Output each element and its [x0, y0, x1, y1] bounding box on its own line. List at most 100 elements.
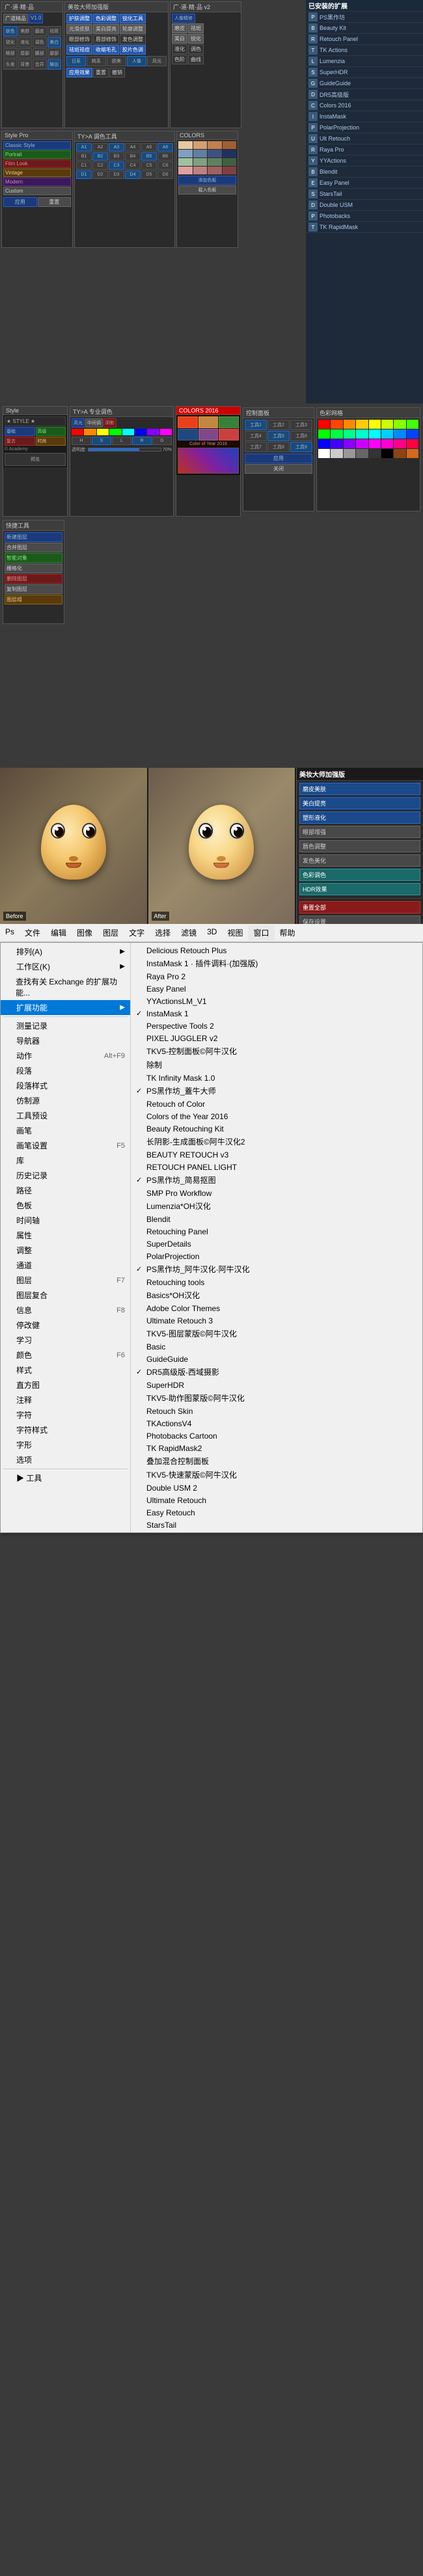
pp-hdr[interactable]: HDR效果: [299, 883, 420, 895]
color-o[interactable]: [84, 429, 96, 435]
style-m-2[interactable]: 高级: [36, 427, 66, 436]
ty-22[interactable]: D4: [125, 170, 141, 179]
ctrl-close[interactable]: 关闭: [245, 464, 312, 474]
style-reset[interactable]: 重置: [38, 197, 72, 207]
mode-3[interactable]: 欧美: [107, 56, 126, 66]
btn-g5[interactable]: 锐化: [188, 34, 204, 44]
ctrl-1[interactable]: 工具1: [245, 420, 267, 430]
color-c[interactable]: [122, 429, 134, 435]
btn-g3[interactable]: 祛斑: [188, 23, 204, 33]
plugin-tkv5-action[interactable]: TKV5-助作图蒙版©阿牛汉化: [131, 1391, 422, 1405]
ctrl-2[interactable]: 工具2: [267, 420, 290, 430]
gc-31[interactable]: [394, 449, 405, 458]
swatch-7[interactable]: [208, 150, 222, 157]
ctrl-7[interactable]: 工具7: [245, 442, 267, 452]
ty-9[interactable]: B3: [109, 152, 124, 161]
menu-actions[interactable]: 动作 Alt+F9: [1, 1048, 130, 1063]
gc-17[interactable]: [318, 439, 330, 448]
mini-1[interactable]: 新建图层: [5, 532, 62, 542]
gc-30[interactable]: [381, 449, 393, 458]
rpl-15[interactable]: B Blendit: [306, 167, 423, 178]
rpl-14[interactable]: Y YYActions: [306, 156, 423, 167]
gc-6[interactable]: [381, 420, 393, 429]
menu-properties[interactable]: 属性: [1, 1228, 130, 1243]
ctrl-8[interactable]: 工具8: [267, 442, 290, 452]
plugin-polar[interactable]: PolarProjection: [131, 1250, 422, 1262]
rpl-17[interactable]: S StarsTail: [306, 189, 423, 200]
menu-edit[interactable]: 编辑: [46, 925, 72, 940]
menu-ps[interactable]: Ps: [0, 925, 20, 940]
mode-4[interactable]: 人像: [127, 56, 146, 66]
plugin-easy-retouch[interactable]: Easy Retouch: [131, 1506, 422, 1519]
gc-11[interactable]: [344, 429, 355, 439]
gc-22[interactable]: [381, 439, 393, 448]
pp-eye[interactable]: 眼部增强: [299, 826, 420, 838]
btn-color-adj[interactable]: 色彩调整: [93, 14, 119, 23]
gc-4[interactable]: [356, 420, 368, 429]
gc-2[interactable]: [331, 420, 342, 429]
ty-7[interactable]: B1: [76, 152, 92, 161]
mode-1[interactable]: 日系: [66, 56, 86, 66]
style-btn-4[interactable]: Vintage: [3, 169, 71, 177]
style-btn-1[interactable]: Classic Style: [3, 141, 71, 150]
mode-5[interactable]: 风光: [147, 56, 167, 66]
ty-m-4[interactable]: R: [132, 437, 152, 445]
color-m[interactable]: [160, 429, 172, 435]
ty-4[interactable]: A4: [125, 143, 141, 152]
cb-3[interactable]: [219, 416, 239, 428]
pp-hair[interactable]: 发色美化: [299, 854, 420, 867]
gc-25[interactable]: [318, 449, 330, 458]
gc-1[interactable]: [318, 420, 330, 429]
plugin-chuzhi[interactable]: 除制: [131, 1058, 422, 1072]
plugin-retouch-light[interactable]: RETOUCH PANEL LIGHT: [131, 1161, 422, 1173]
menu-color[interactable]: 颜色 F6: [1, 1348, 130, 1363]
gc-27[interactable]: [344, 449, 355, 458]
menu-learn[interactable]: 学习: [1, 1333, 130, 1348]
rpl-12[interactable]: U Ult Retouch: [306, 133, 423, 144]
ty-1[interactable]: A1: [76, 143, 92, 152]
pp-save[interactable]: 保存设置: [299, 915, 420, 924]
gc-28[interactable]: [356, 449, 368, 458]
plugin-guideguide[interactable]: GuideGuide: [131, 1353, 422, 1365]
ctrl-4[interactable]: 工具4: [245, 431, 267, 441]
mini-5[interactable]: 删除图层: [5, 574, 62, 584]
gc-26[interactable]: [331, 449, 342, 458]
plugin-double-usm[interactable]: Double USM 2: [131, 1482, 422, 1494]
menu-paragraph-style[interactable]: 段落样式: [1, 1078, 130, 1093]
menu-layer-comps[interactable]: 图层复合: [1, 1288, 130, 1303]
menu-path[interactable]: 路径: [1, 1183, 130, 1198]
plugin-retouch-color[interactable]: Retouch of Color: [131, 1098, 422, 1110]
rpl-5[interactable]: L Lumenzia: [306, 56, 423, 67]
ty-18[interactable]: C6: [157, 161, 173, 170]
swatch-3[interactable]: [208, 141, 222, 149]
grid-btn-6[interactable]: 液化: [18, 37, 33, 47]
color-v[interactable]: [147, 429, 159, 435]
menu-info[interactable]: 信息 F8: [1, 1303, 130, 1318]
plugin-tkv5-quick[interactable]: TKV5-快速蒙版©阿牛汉化: [131, 1468, 422, 1482]
plugin-beauty-kit[interactable]: Beauty Retouching Kit: [131, 1122, 422, 1135]
menu-arrange[interactable]: 排列(A) ▶: [1, 944, 130, 959]
menu-tool-presets[interactable]: 工具预设: [1, 1108, 130, 1123]
rpl-2[interactable]: B Beauty Kit: [306, 23, 423, 34]
mini-4[interactable]: 栅格化: [5, 563, 62, 573]
ty-5[interactable]: A5: [141, 143, 157, 152]
style-btn-3[interactable]: Film Look: [3, 159, 71, 168]
style-btn-2[interactable]: Portrait: [3, 150, 71, 159]
menu-workspace[interactable]: 工作区(K) ▶: [1, 959, 130, 974]
plugin-yyactions[interactable]: YYActionsLM_V1: [131, 995, 422, 1007]
btn-smooth[interactable]: 光滑皮肤: [66, 24, 92, 34]
gc-29[interactable]: [369, 449, 381, 458]
gc-24[interactable]: [407, 439, 418, 448]
ty-m-5[interactable]: G: [152, 437, 172, 445]
swatch-6[interactable]: [193, 150, 208, 157]
plugin-dr5[interactable]: ✓ DR5高级版-西域摄影: [131, 1365, 422, 1379]
ty-6[interactable]: A6: [157, 143, 173, 152]
swatch-10[interactable]: [193, 158, 208, 166]
rpl-19[interactable]: P Photobacks: [306, 211, 423, 222]
gc-32[interactable]: [407, 449, 418, 458]
rpl-7[interactable]: G GuideGuide: [306, 78, 423, 89]
ctrl-apply[interactable]: 应用: [245, 454, 312, 463]
ty-15[interactable]: C3: [109, 161, 124, 170]
grid-btn-5[interactable]: 锐化: [3, 37, 18, 47]
mini-7[interactable]: 图层组: [5, 595, 62, 604]
